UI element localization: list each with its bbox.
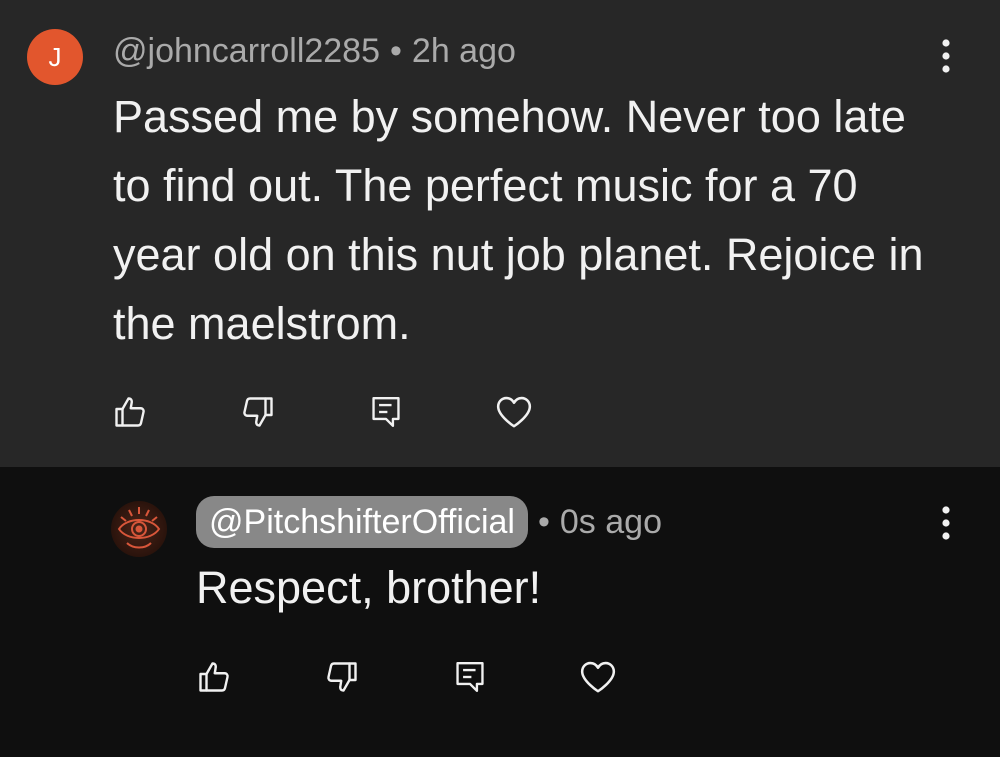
heart-icon <box>580 661 616 693</box>
dislike-button[interactable] <box>238 392 278 432</box>
heart-button[interactable] <box>578 657 618 697</box>
reply-button[interactable] <box>366 392 406 432</box>
reply-button[interactable] <box>450 657 490 697</box>
thumbs-up-icon <box>115 397 145 427</box>
heart-button[interactable] <box>494 392 534 432</box>
eye-emblem-icon <box>117 507 161 549</box>
avatar[interactable]: J <box>27 29 83 85</box>
thumbs-up-icon <box>199 662 229 692</box>
more-vertical-icon <box>942 39 950 73</box>
comment-actions <box>194 657 706 697</box>
thumbs-down-icon <box>243 397 273 427</box>
comment-text: Passed me by somehow. Never too late to … <box>113 91 924 349</box>
thumbs-down-icon <box>327 662 357 692</box>
comment-time: 0s ago <box>559 502 662 541</box>
heart-icon <box>496 396 532 428</box>
more-options-button[interactable] <box>934 36 958 76</box>
like-button[interactable] <box>194 657 234 697</box>
creator-handle-badge[interactable]: @PitchshifterOfficial <box>196 496 528 548</box>
comment-meta: @johncarroll2285 • 2h ago <box>113 30 516 72</box>
avatar-letter: J <box>48 41 62 72</box>
comment-text: Respect, brother! <box>196 562 542 613</box>
more-options-button[interactable] <box>934 503 958 543</box>
comment-time: 2h ago <box>411 31 516 70</box>
comment-actions <box>110 392 622 432</box>
comment-thread-parent: J @johncarroll2285 • 2h ago Passed me by… <box>0 0 1000 467</box>
comment-meta: @PitchshifterOfficial • 0s ago <box>196 495 662 549</box>
meta-separator: • <box>537 502 550 541</box>
comment-author[interactable]: @johncarroll2285 <box>113 32 380 71</box>
comment-reply: @PitchshifterOfficial • 0s ago Respect, … <box>0 467 1000 757</box>
meta-separator: • <box>390 31 402 70</box>
dislike-button[interactable] <box>322 657 362 697</box>
avatar[interactable] <box>111 501 167 557</box>
more-vertical-icon <box>942 506 950 540</box>
reply-icon <box>372 396 400 428</box>
like-button[interactable] <box>110 392 150 432</box>
reply-icon <box>456 661 484 693</box>
